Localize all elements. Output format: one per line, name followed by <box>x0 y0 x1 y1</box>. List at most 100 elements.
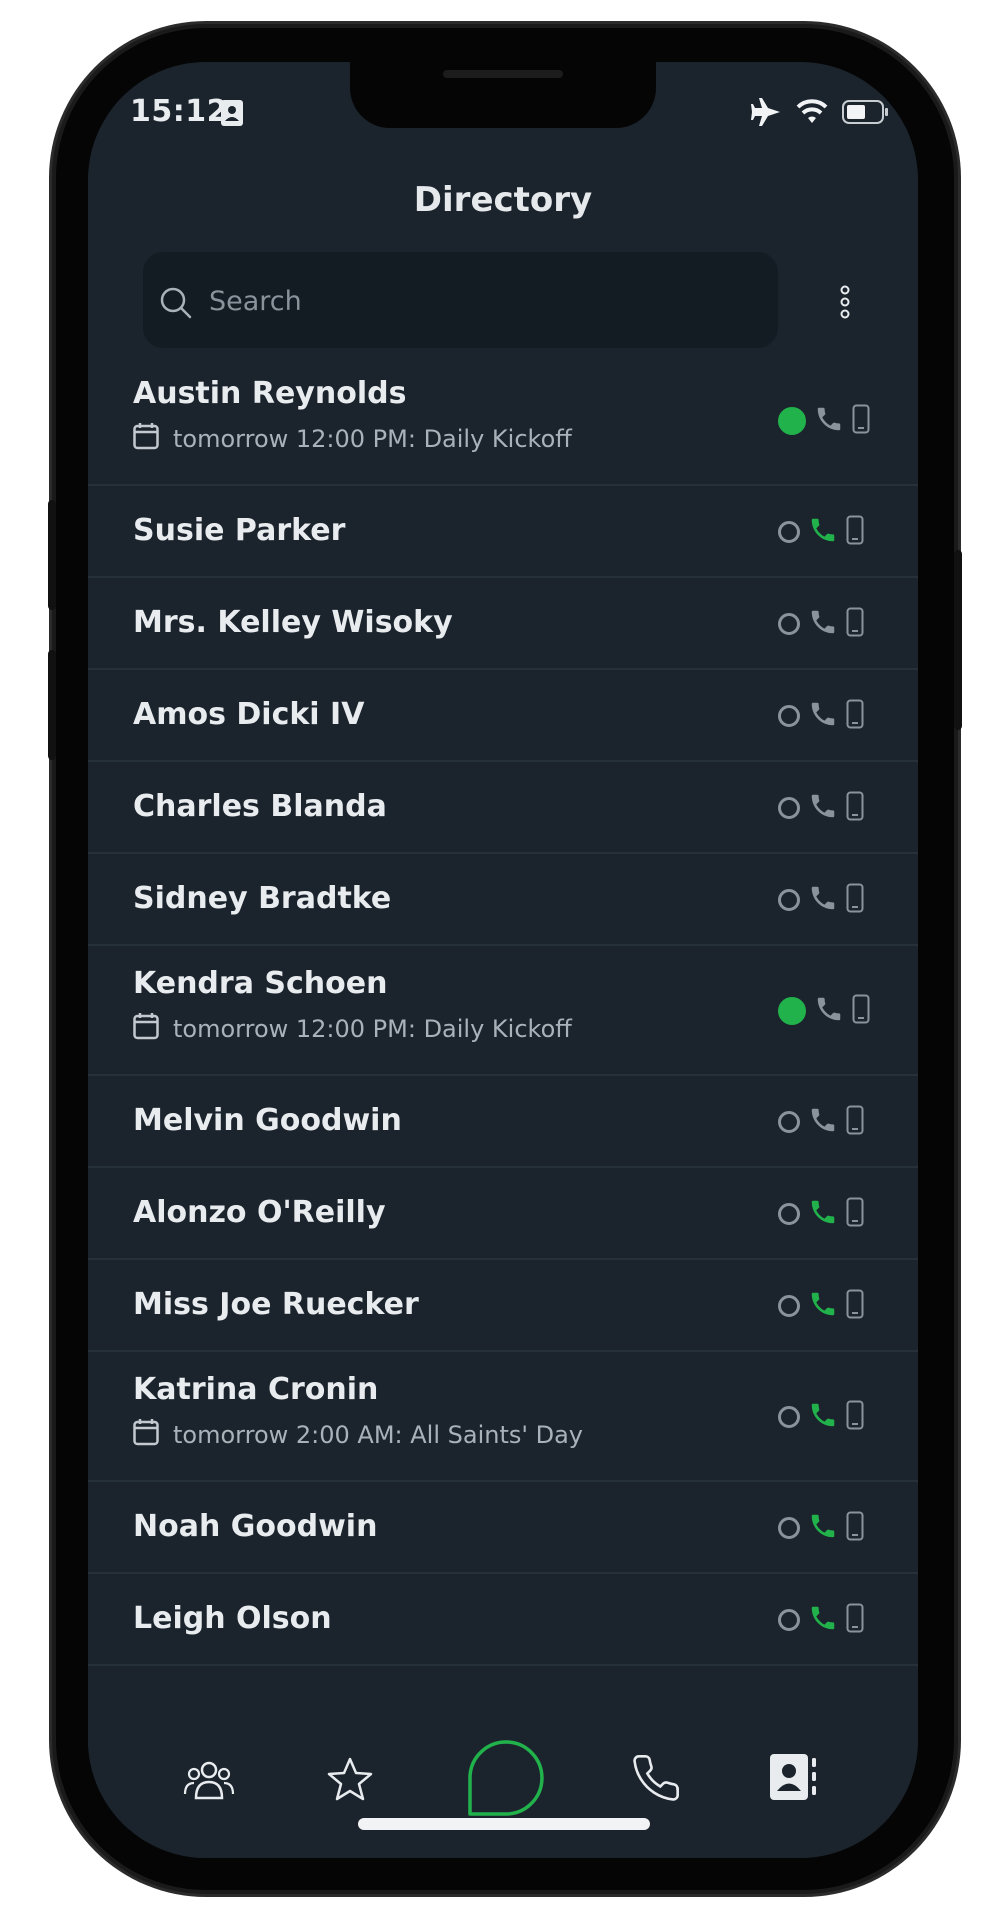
contact-name: Mrs. Kelley Wisoky <box>133 605 453 640</box>
desk-phone-icon[interactable] <box>808 699 838 733</box>
contact-row[interactable]: Melvin Goodwin <box>88 1076 918 1168</box>
desk-phone-icon[interactable] <box>808 1289 838 1323</box>
tab-people[interactable] <box>183 1758 235 1806</box>
contact-row[interactable]: Leigh Olson <box>88 1574 918 1666</box>
desk-phone-icon[interactable] <box>808 1511 838 1545</box>
desk-phone-icon[interactable] <box>814 994 844 1028</box>
contact-name: Melvin Goodwin <box>133 1103 402 1138</box>
mobile-phone-icon[interactable] <box>852 994 870 1028</box>
mobile-phone-icon[interactable] <box>846 883 864 917</box>
presence-offline-icon <box>778 1609 800 1631</box>
calendar-icon <box>133 1418 159 1452</box>
contact-row[interactable]: Amos Dicki IV <box>88 670 918 762</box>
contact-name: Katrina Cronin <box>133 1372 379 1407</box>
contact-name: Alonzo O'Reilly <box>133 1195 386 1230</box>
contact-name: Kendra Schoen <box>133 966 388 1001</box>
mobile-phone-icon[interactable] <box>846 1289 864 1323</box>
contact-event: tomorrow 2:00 AM: All Saints' Day <box>133 1418 583 1452</box>
battery-icon <box>842 100 890 128</box>
search-icon <box>159 286 193 324</box>
home-indicator[interactable] <box>358 1818 650 1830</box>
contact-name: Noah Goodwin <box>133 1509 378 1544</box>
contact-row[interactable]: Mrs. Kelley Wisoky <box>88 578 918 670</box>
contact-status-icons <box>778 607 864 641</box>
tab-favorites[interactable] <box>326 1756 374 1806</box>
contact-card-icon <box>221 100 243 130</box>
desk-phone-icon[interactable] <box>808 607 838 641</box>
event-text: tomorrow 12:00 PM: Daily Kickoff <box>173 1015 572 1043</box>
earpiece-speaker <box>443 70 563 78</box>
star-icon <box>327 1757 373 1801</box>
search-input[interactable] <box>207 280 751 322</box>
status-time: 15:12 <box>130 94 228 129</box>
wifi-icon <box>796 99 828 129</box>
event-text: tomorrow 12:00 PM: Daily Kickoff <box>173 425 572 453</box>
contact-status-icons <box>778 791 864 825</box>
contact-status-icons <box>778 515 864 549</box>
contact-row[interactable]: Susie Parker <box>88 486 918 578</box>
vertical-dots-icon <box>840 285 850 319</box>
mobile-phone-icon[interactable] <box>846 607 864 641</box>
contact-list: Austin Reynolds tomorrow 12:00 PM: Daily … <box>88 356 918 1666</box>
contact-row[interactable]: Noah Goodwin <box>88 1482 918 1574</box>
desk-phone-icon[interactable] <box>808 1105 838 1139</box>
presence-offline-icon <box>778 797 800 819</box>
desk-phone-icon[interactable] <box>808 515 838 549</box>
contact-name: Leigh Olson <box>133 1601 332 1636</box>
more-options-button[interactable] <box>833 282 857 322</box>
contact-row[interactable]: Austin Reynolds tomorrow 12:00 PM: Daily … <box>88 356 918 486</box>
mobile-phone-icon[interactable] <box>852 404 870 438</box>
presence-offline-icon <box>778 1295 800 1317</box>
calendar-icon <box>133 1012 159 1046</box>
mobile-phone-icon[interactable] <box>846 791 864 825</box>
mobile-phone-icon[interactable] <box>846 1400 864 1434</box>
contact-row[interactable]: Miss Joe Ruecker <box>88 1260 918 1352</box>
desk-phone-icon[interactable] <box>808 883 838 917</box>
presence-online-icon <box>778 407 806 435</box>
contact-row[interactable]: Charles Blanda <box>88 762 918 854</box>
tab-calls[interactable] <box>630 1752 682 1808</box>
presence-offline-icon <box>778 521 800 543</box>
mobile-phone-icon[interactable] <box>846 1603 864 1637</box>
contact-status-icons <box>778 1400 864 1434</box>
desk-phone-icon[interactable] <box>814 404 844 438</box>
contact-status-icons <box>778 699 864 733</box>
presence-online-icon <box>778 997 806 1025</box>
presence-offline-icon <box>778 1406 800 1428</box>
phone-icon <box>633 1755 679 1801</box>
presence-offline-icon <box>778 1517 800 1539</box>
people-icon <box>183 1761 235 1800</box>
calendar-icon <box>133 422 159 456</box>
tab-chat[interactable] <box>462 1734 546 1822</box>
contact-status-icons <box>778 1105 864 1139</box>
contact-name: Miss Joe Ruecker <box>133 1287 419 1322</box>
desk-phone-icon[interactable] <box>808 1197 838 1231</box>
contact-row[interactable]: Katrina Cronin tomorrow 2:00 AM: All Sain… <box>88 1352 918 1482</box>
contact-status-icons <box>778 1289 864 1323</box>
status-icons <box>750 98 890 130</box>
contact-status-icons <box>778 1197 864 1231</box>
contact-row[interactable]: Kendra Schoen tomorrow 12:00 PM: Daily Ki… <box>88 946 918 1076</box>
contact-row[interactable]: Alonzo O'Reilly <box>88 1168 918 1260</box>
mobile-phone-icon[interactable] <box>846 1511 864 1545</box>
power-button <box>954 550 962 730</box>
presence-offline-icon <box>778 1111 800 1133</box>
desk-phone-icon[interactable] <box>808 1400 838 1434</box>
mobile-phone-icon[interactable] <box>846 1197 864 1231</box>
search-box[interactable] <box>143 252 778 348</box>
mobile-phone-icon[interactable] <box>846 699 864 733</box>
silent-switch <box>48 500 56 610</box>
presence-offline-icon <box>778 889 800 911</box>
desk-phone-icon[interactable] <box>808 791 838 825</box>
tab-bar <box>88 1712 918 1858</box>
desk-phone-icon[interactable] <box>808 1603 838 1637</box>
mobile-phone-icon[interactable] <box>846 515 864 549</box>
contact-name: Charles Blanda <box>133 789 387 824</box>
tab-directory[interactable] <box>770 1752 818 1806</box>
contacts-book-icon <box>770 1754 816 1800</box>
chat-bubble-icon <box>468 1740 544 1816</box>
contact-event: tomorrow 12:00 PM: Daily Kickoff <box>133 422 572 456</box>
contact-status-icons <box>778 1603 864 1637</box>
mobile-phone-icon[interactable] <box>846 1105 864 1139</box>
contact-row[interactable]: Sidney Bradtke <box>88 854 918 946</box>
